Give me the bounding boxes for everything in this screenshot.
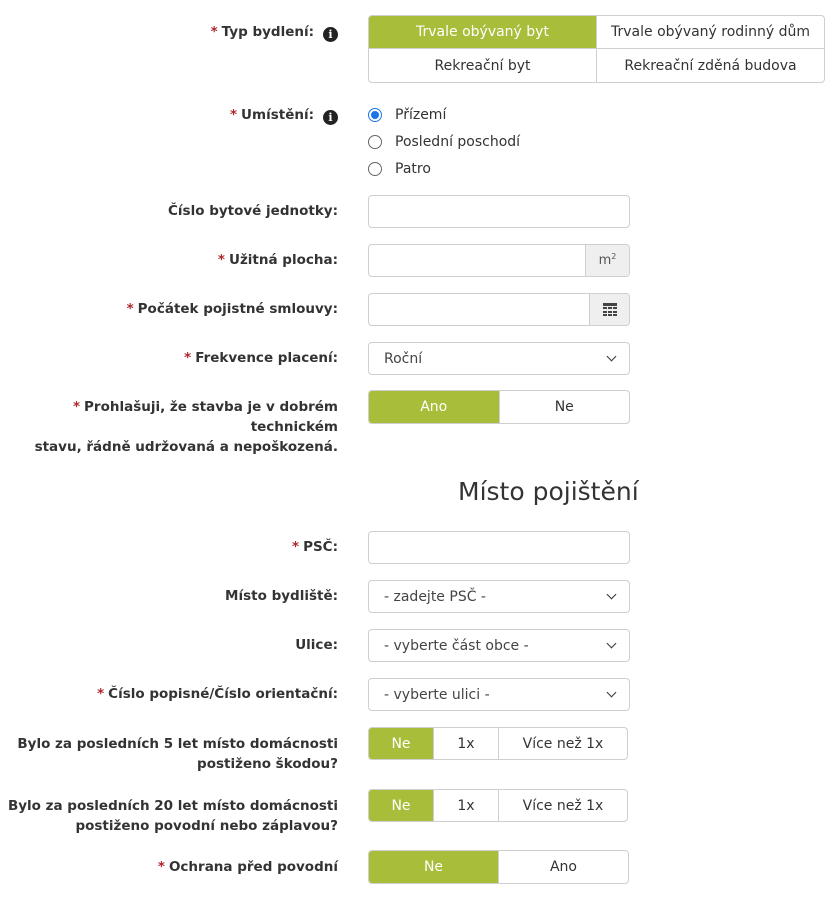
ochrana-label: * Ochrana před povodní [0,857,338,877]
psc-input[interactable] [368,531,630,564]
frekvence-selected-value: Roční [384,350,423,367]
psc-label-text: PSČ: [303,539,338,555]
typ-bydleni-option-rekreacni-byt[interactable]: Rekreační byt [369,49,597,82]
cislo-jednotky-input[interactable] [368,195,630,228]
typ-bydleni-label-text: Typ bydlení: [221,24,314,40]
section-title-misto-pojisteni: Místo pojištění [458,477,639,506]
uzitna-plocha-label: * Užitná plocha: [0,250,338,270]
frekvence-label-text: Frekvence placení: [195,350,338,366]
typ-bydleni-option-trvale-byt[interactable]: Trvale obývaný byt [369,16,597,49]
skoda5-option-1x[interactable]: 1x [433,728,498,759]
typ-bydleni-toggle: Trvale obývaný byt Trvale obývaný rodinn… [368,15,825,83]
povoden20-label: Bylo za posledních 20 let místo domácnos… [0,796,338,836]
prohlaseni-toggle: Ano Ne [368,390,630,424]
chevron-down-icon [606,351,617,362]
unit-label: m [598,253,612,268]
povoden20-option-vice[interactable]: Více než 1x [498,790,627,821]
umisteni-option-patro[interactable]: Patro [368,159,431,179]
povoden20-option-ne[interactable]: Ne [369,790,433,821]
ochrana-option-ano[interactable]: Ano [498,851,628,883]
misto-bydliste-select[interactable]: - zadejte PSČ - [368,580,630,613]
ochrana-option-ne[interactable]: Ne [369,851,498,883]
povoden20-label-line1: Bylo za posledních 20 let místo domácnos… [7,798,338,814]
typ-bydleni-option-rekreacni-budova[interactable]: Rekreační zděná budova [597,49,824,82]
info-icon[interactable]: i [323,27,338,42]
required-mark: * [126,301,134,317]
pocatek-date-input[interactable] [369,294,589,325]
required-mark: * [72,399,81,415]
cislo-popisne-select[interactable]: - vyberte ulici - [368,678,630,711]
chevron-down-icon [606,687,617,698]
skoda5-option-vice[interactable]: Více než 1x [498,728,627,759]
frekvence-select[interactable]: Roční [368,342,630,375]
povoden20-toggle: Ne 1x Více než 1x [368,789,628,822]
uzitna-plocha-input[interactable] [369,245,585,276]
umisteni-label-text: Umístění: [241,107,314,123]
prohlaseni-label-line2: stavu, řádně udržovaná a nepoškozená. [34,439,338,455]
misto-bydliste-label: Místo bydliště: [225,588,338,604]
info-icon[interactable]: i [323,110,338,125]
skoda5-label-line1: Bylo za posledních 5 let místo domácnost… [17,736,338,752]
required-mark: * [210,24,218,40]
prohlaseni-label: * Prohlašuji, že stavba je v dobrém techn… [0,397,338,457]
required-mark: * [229,107,238,123]
ochrana-label-text: Ochrana před povodní [168,859,338,875]
ulice-label: Ulice: [295,637,338,653]
misto-bydliste-selected-value: - zadejte PSČ - [384,588,486,605]
chevron-down-icon [606,589,617,600]
skoda5-toggle: Ne 1x Více než 1x [368,727,628,760]
radio-icon[interactable] [368,162,382,176]
required-mark: * [184,350,192,366]
required-mark: * [292,539,300,555]
umisteni-option-prizemi[interactable]: Přízemí [368,105,446,125]
skoda5-label-line2: postiženo škodou? [197,756,338,772]
uzitna-plocha-label-text: Užitná plocha: [228,252,338,268]
ulice-select[interactable]: - vyberte část obce - [368,629,630,662]
radio-icon[interactable] [368,135,382,149]
frekvence-label: * Frekvence placení: [0,348,338,368]
umisteni-option-label: Patro [395,161,431,177]
pocatek-label-text: Počátek pojistné smlouvy: [137,301,338,317]
prohlaseni-label-line1: Prohlašuji, že stavba je v dobrém techni… [84,399,338,435]
skoda5-label: Bylo za posledních 5 let místo domácnost… [0,734,338,774]
pocatek-group [368,293,630,326]
cislo-popisne-label-text: Číslo popisné/Číslo orientační: [108,686,338,702]
calendar-button[interactable] [589,294,629,325]
skoda5-option-ne[interactable]: Ne [369,728,433,759]
required-mark: * [217,252,225,268]
radio-selected-icon[interactable] [368,108,382,122]
psc-label: * PSČ: [0,537,338,557]
povoden20-label-line2: postiženo povodní nebo záplavou? [75,818,338,834]
umisteni-option-posledni-poschodi[interactable]: Poslední poschodí [368,132,520,152]
typ-bydleni-option-trvale-dum[interactable]: Trvale obývaný rodinný dům [597,16,824,49]
typ-bydleni-label: * Typ bydlení: i [0,22,338,42]
pocatek-label: * Počátek pojistné smlouvy: [0,299,338,319]
umisteni-option-label: Přízemí [395,107,447,123]
prohlaseni-option-ne[interactable]: Ne [498,391,630,423]
unit-superscript: 2 [611,252,617,261]
cislo-jednotky-label: Číslo bytové jednotky: [168,203,338,219]
povoden20-option-1x[interactable]: 1x [433,790,498,821]
cislo-popisne-label: * Číslo popisné/Číslo orientační: [0,684,338,704]
required-mark: * [97,686,105,702]
umisteni-option-label: Poslední poschodí [395,134,521,150]
prohlaseni-option-ano[interactable]: Ano [369,391,499,423]
umisteni-label: * Umístění: i [0,105,338,125]
ochrana-toggle: Ne Ano [368,850,629,884]
required-mark: * [157,859,165,875]
calendar-icon [602,303,617,316]
cislo-popisne-selected-value: - vyberte ulici - [384,686,490,703]
unit-addon: m2 [585,245,629,276]
uzitna-plocha-group: m2 [368,244,630,277]
chevron-down-icon [606,638,617,649]
ulice-selected-value: - vyberte část obce - [384,637,529,654]
